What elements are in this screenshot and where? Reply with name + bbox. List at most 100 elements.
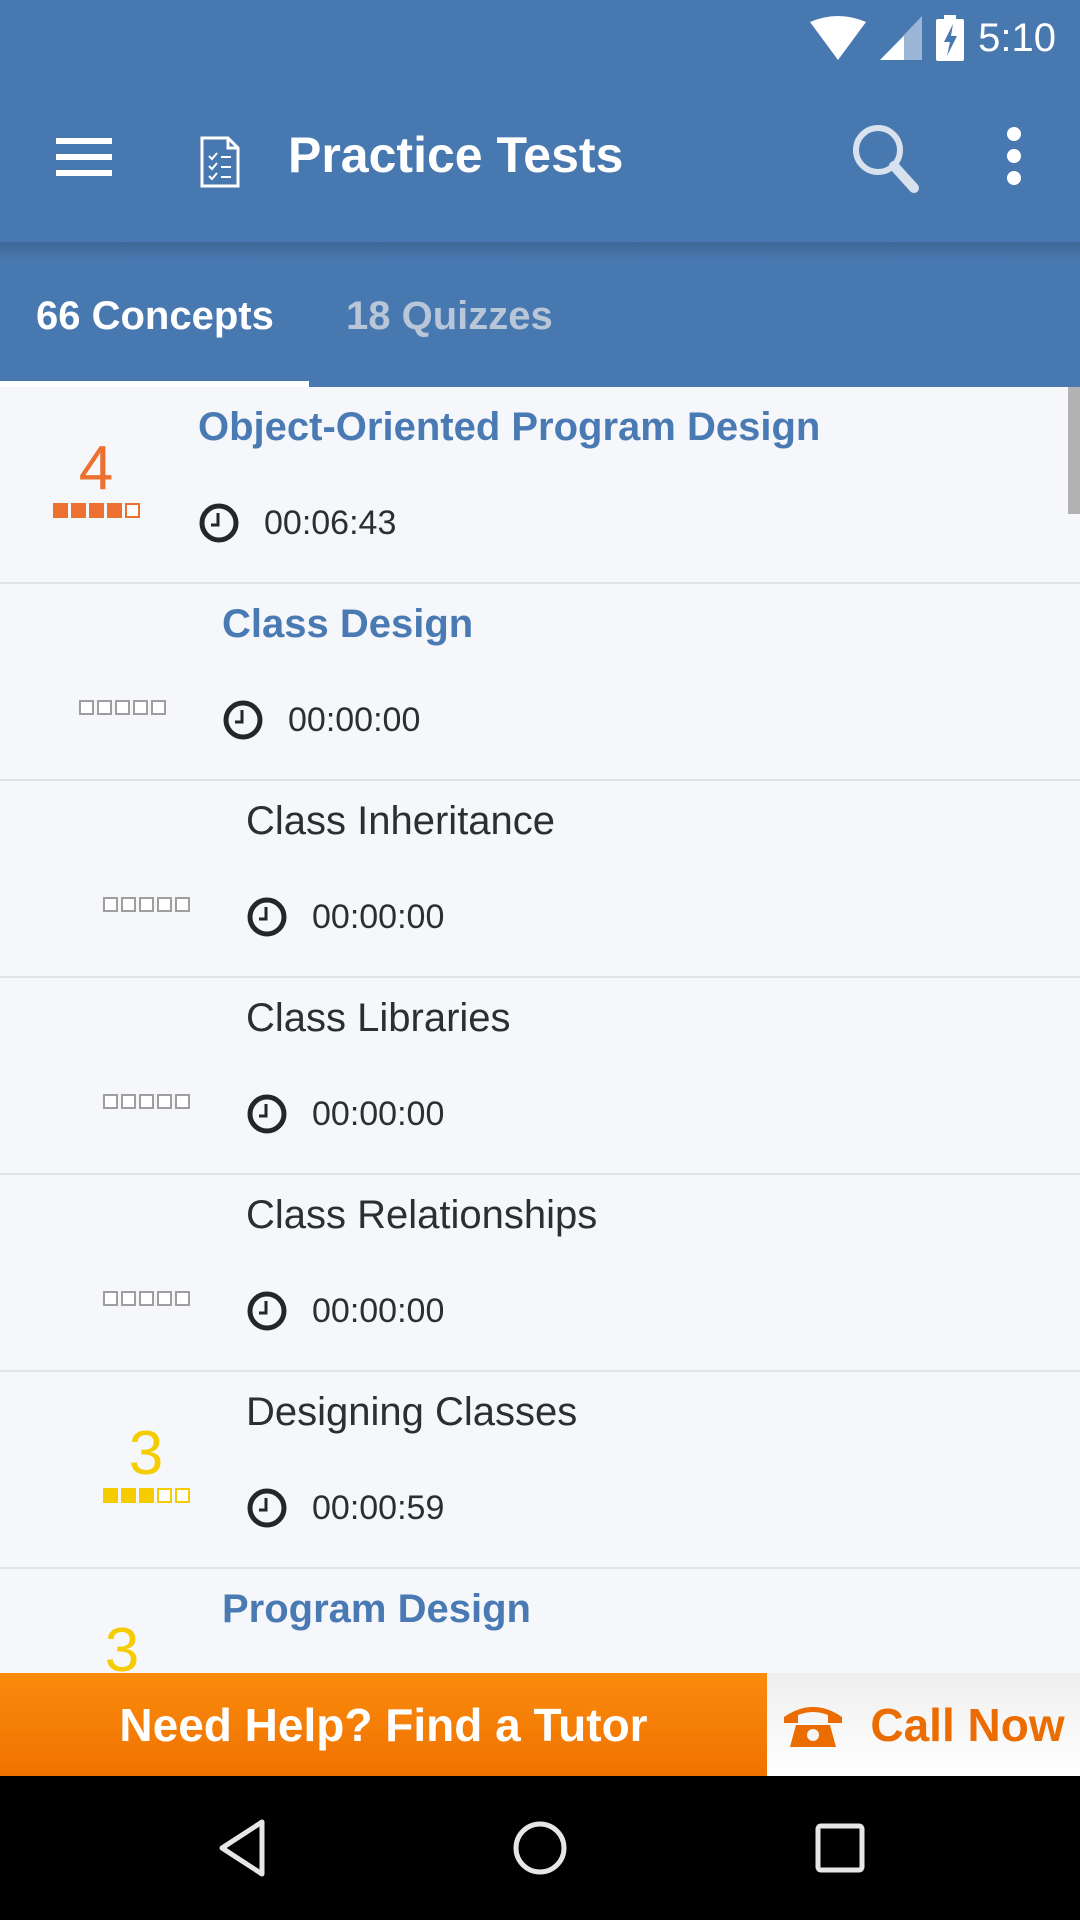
empty-square [174, 1291, 190, 1306]
score-number [72, 634, 172, 698]
tab-concepts[interactable]: 66 Concepts [36, 294, 274, 339]
score-indicator: 4 [46, 437, 146, 518]
tutor-banner: Need Help? Find a Tutor Call Now [0, 1673, 1080, 1776]
back-icon[interactable] [206, 1812, 278, 1884]
score-indicator [96, 831, 196, 912]
time-value: 00:00:00 [312, 1291, 445, 1330]
empty-square [102, 1094, 118, 1109]
score-squares [96, 897, 196, 912]
battery-charging-icon [936, 15, 965, 61]
score-number: 3 [128, 1419, 164, 1488]
item-time: 00:00:59 [246, 1487, 444, 1529]
call-now-label: Call Now [870, 1698, 1065, 1751]
item-title: Class Libraries [246, 996, 511, 1040]
empty-square [102, 1291, 118, 1306]
more-vert-icon[interactable] [996, 126, 1032, 186]
list-item[interactable]: 3 Designing Classes 00:00:59 [0, 1372, 1080, 1569]
status-time: 5:10 [978, 15, 1056, 60]
score-squares [46, 503, 146, 518]
empty-square [78, 700, 94, 715]
filled-square [70, 503, 86, 518]
item-time: 00:00:00 [246, 896, 444, 938]
empty-square [114, 700, 130, 715]
score-number: 3 [104, 1616, 140, 1674]
empty-square [156, 1094, 172, 1109]
filled-square [138, 1488, 154, 1503]
call-now-button[interactable]: Call Now [767, 1673, 1080, 1776]
clock-icon [223, 700, 263, 740]
concept-list: 4 Object-Oriented Program Design 00:06:43 C… [0, 387, 1080, 1673]
toolbar: Practice Tests [0, 76, 1080, 242]
empty-square [174, 897, 190, 912]
recents-icon[interactable] [804, 1812, 876, 1884]
list-item[interactable]: Class Libraries 00:00:00 [0, 978, 1080, 1175]
page-title: Practice Tests [288, 127, 624, 183]
system-nav-bar [0, 1776, 1080, 1920]
score-indicator [72, 634, 172, 715]
search-icon[interactable] [848, 120, 924, 196]
status-bar: 5:10 [0, 0, 1080, 76]
time-value: 00:00:59 [312, 1488, 445, 1527]
list-scrollbar[interactable] [1068, 387, 1080, 514]
list-item[interactable]: Class Inheritance 00:00:00 [0, 781, 1080, 978]
time-value: 00:06:43 [264, 503, 397, 542]
empty-square [156, 1291, 172, 1306]
score-squares [96, 1094, 196, 1109]
item-time: 00:00:00 [246, 1093, 444, 1135]
empty-square [174, 1488, 190, 1503]
filled-square [120, 1488, 136, 1503]
wifi-icon [810, 16, 867, 60]
list-item[interactable]: Class Design 00:00:00 [0, 584, 1080, 781]
score-indicator [96, 1028, 196, 1109]
empty-square [138, 897, 154, 912]
filled-square [102, 1488, 118, 1503]
score-number [96, 1028, 196, 1092]
empty-square [96, 700, 112, 715]
list-item[interactable]: Class Relationships 00:00:00 [0, 1175, 1080, 1372]
filled-square [88, 503, 104, 518]
empty-square [120, 897, 136, 912]
home-icon[interactable] [504, 1812, 576, 1884]
item-time: 00:00:00 [246, 1290, 444, 1332]
tab-quizzes[interactable]: 18 Quizzes [346, 294, 553, 339]
clock-icon [247, 1291, 287, 1331]
screen: 5:10 Practice Tests 66 Concepts 18 Quizz… [0, 0, 1080, 1920]
item-title: Class Inheritance [246, 799, 556, 843]
score-number: 4 [78, 434, 114, 503]
item-title: Program Design [222, 1587, 531, 1631]
score-indicator: 3 [72, 1616, 172, 1674]
score-squares [96, 1291, 196, 1306]
item-title: Class Design [222, 602, 474, 646]
clock-icon [199, 503, 239, 543]
score-number [96, 831, 196, 895]
empty-square [138, 1291, 154, 1306]
item-title: Object-Oriented Program Design [198, 405, 821, 449]
app-bar: 5:10 Practice Tests [0, 0, 1080, 242]
empty-square [124, 503, 140, 518]
phone-icon [784, 1706, 843, 1747]
score-squares [72, 700, 172, 715]
empty-square [102, 897, 118, 912]
toolbar-shadow [0, 242, 1080, 260]
empty-square [150, 700, 166, 715]
clock-icon [247, 1488, 287, 1528]
checklist-document-icon [200, 136, 240, 188]
find-tutor-button[interactable]: Need Help? Find a Tutor [0, 1673, 767, 1776]
score-indicator [96, 1225, 196, 1306]
hamburger-menu-icon[interactable] [44, 124, 116, 188]
tab-bar: 66 Concepts 18 Quizzes [0, 242, 1080, 387]
list-item[interactable]: 4 Object-Oriented Program Design 00:06:43 [0, 387, 1080, 584]
empty-square [156, 897, 172, 912]
empty-square [120, 1094, 136, 1109]
time-value: 00:00:00 [312, 897, 445, 936]
filled-square [52, 503, 68, 518]
time-value: 00:00:00 [288, 700, 421, 739]
item-time: 00:00:00 [222, 699, 420, 741]
empty-square [120, 1291, 136, 1306]
clock-icon [247, 1094, 287, 1134]
item-title: Class Relationships [246, 1193, 598, 1237]
empty-square [138, 1094, 154, 1109]
empty-square [132, 700, 148, 715]
filled-square [106, 503, 122, 518]
list-item[interactable]: 3 Program Design [0, 1569, 1080, 1673]
